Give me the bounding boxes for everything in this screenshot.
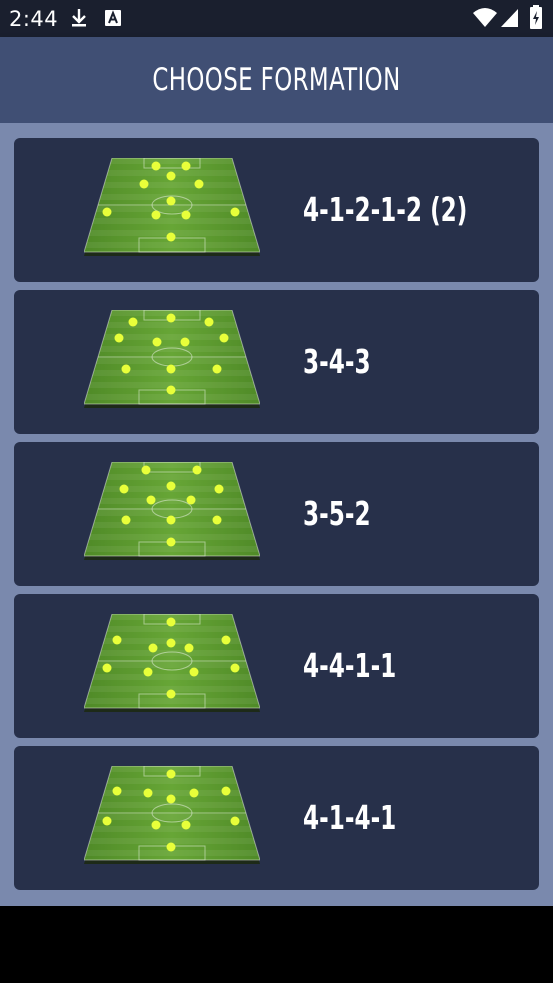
formation-card[interactable]: 3-5-2 [14, 442, 539, 586]
formation-card[interactable]: 3-4-3 [14, 290, 539, 434]
formation-card[interactable]: 4-1-4-1 [14, 746, 539, 890]
formation-card[interactable]: 4-4-1-1 [14, 594, 539, 738]
formation-card[interactable]: 4-1-2-1-2 (2) [14, 138, 539, 282]
status-bar: 2:44 [0, 0, 553, 37]
pitch-diagram [84, 462, 260, 561]
pitch-diagram [84, 158, 260, 257]
formation-label: 4-4-1-1 [303, 646, 397, 685]
navigation-bar-area [0, 906, 553, 983]
download-icon [72, 9, 86, 27]
status-time: 2:44 [9, 7, 59, 31]
formation-label: 4-1-4-1 [303, 798, 397, 837]
battery-icon [530, 5, 542, 29]
formation-list: 4-1-2-1-2 (2) 3-4-3 3-5-2 4-4-1-1 4-1-4-… [0, 123, 553, 906]
page-title: CHOOSE FORMATION [152, 62, 401, 98]
wifi-icon [473, 8, 497, 27]
signal-icon [501, 9, 518, 27]
formation-label: 4-1-2-1-2 (2) [303, 190, 468, 229]
a-box-icon [105, 10, 121, 26]
formation-label: 3-4-3 [303, 342, 371, 381]
formation-label: 3-5-2 [303, 494, 371, 533]
app-bar: CHOOSE FORMATION [0, 37, 553, 123]
pitch-diagram [84, 310, 260, 409]
pitch-diagram [84, 766, 260, 865]
pitch-diagram [84, 614, 260, 713]
